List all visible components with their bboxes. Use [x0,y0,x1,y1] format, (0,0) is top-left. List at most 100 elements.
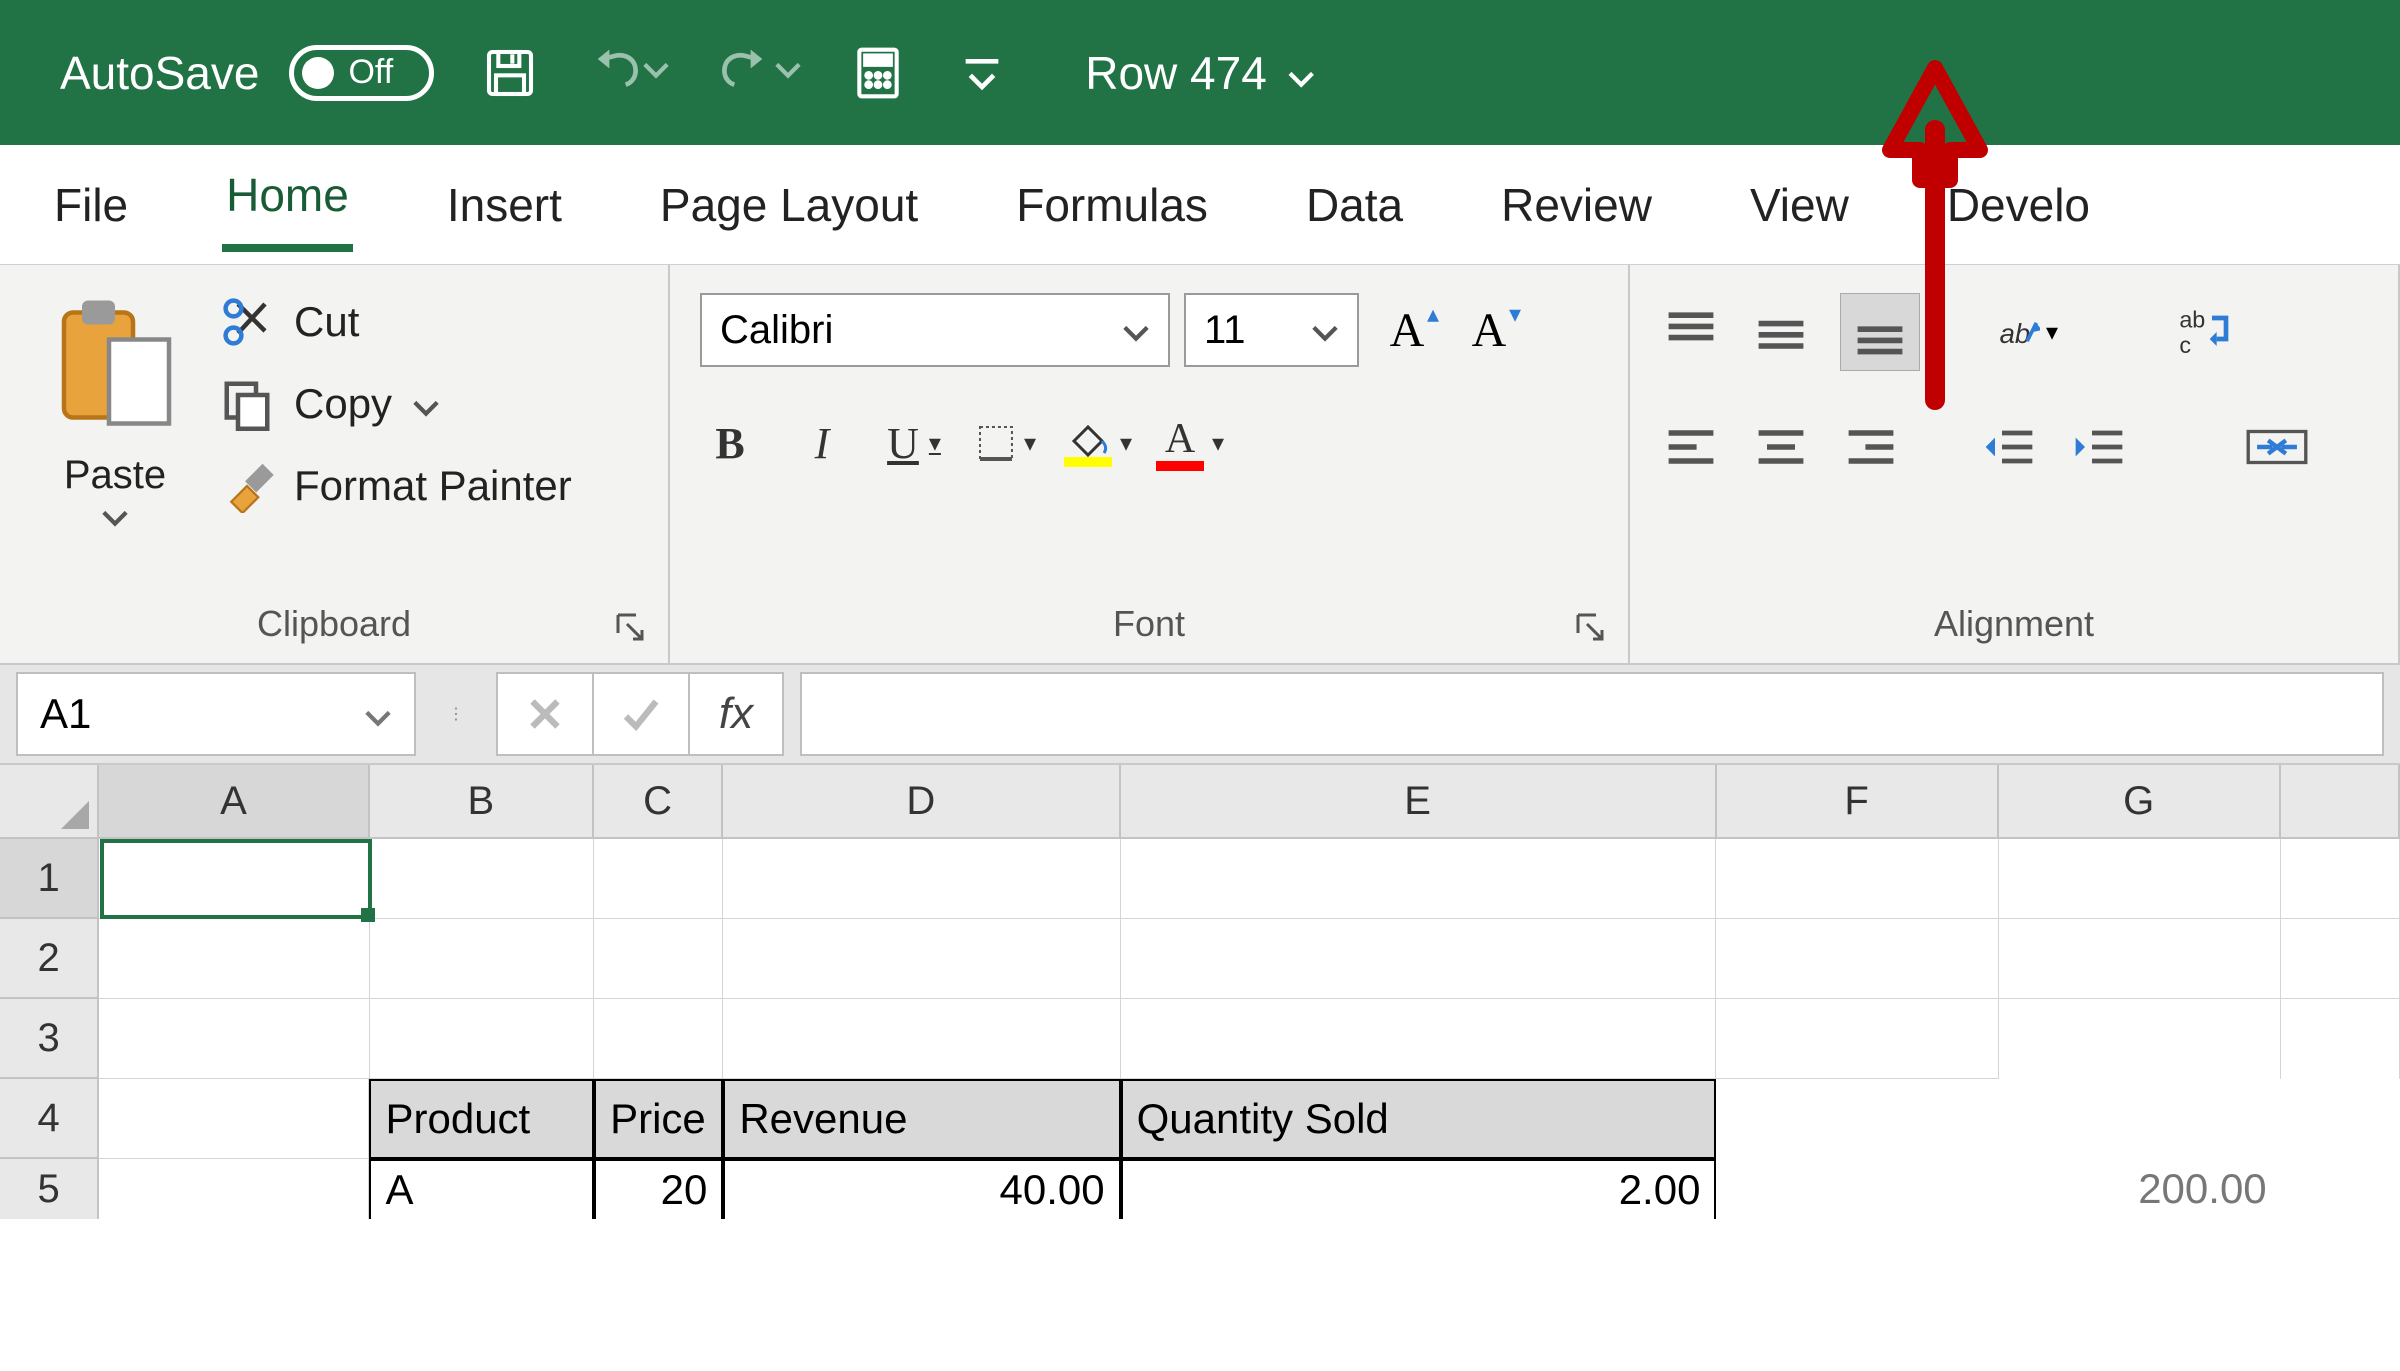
cell-C1[interactable] [594,839,723,919]
cell-G1[interactable] [1999,839,2281,919]
col-header-E[interactable]: E [1121,765,1717,839]
tab-formulas[interactable]: Formulas [1012,168,1212,242]
cell-B2[interactable] [370,919,595,999]
cell-E5[interactable]: 2.00 [1121,1159,1717,1219]
cell-C5[interactable]: 20 [594,1159,723,1219]
wrap-text-button[interactable]: abc [2174,302,2236,362]
select-all-button[interactable] [0,765,99,839]
copy-caret-icon[interactable] [412,380,440,428]
merge-center-button[interactable] [2246,417,2308,477]
cell-D4[interactable]: Revenue [723,1079,1120,1159]
copy-button[interactable]: Copy [220,377,638,431]
col-header-A[interactable]: A [99,765,369,839]
cell-H3[interactable] [2281,999,2400,1079]
cell-H1[interactable] [2281,839,2400,919]
cell-C2[interactable] [594,919,723,999]
cell-D3[interactable] [723,999,1120,1079]
font-size-select[interactable]: 11 [1184,293,1359,367]
cut-button[interactable]: Cut [220,295,638,349]
cell-A4[interactable] [99,1079,369,1159]
paste-caret-icon[interactable] [101,508,129,533]
cell-F3[interactable] [1716,999,1998,1079]
cell-B5[interactable]: A [369,1159,594,1219]
format-painter-button[interactable]: Format Painter [220,459,638,513]
col-header-edge[interactable] [2281,765,2400,839]
tab-view[interactable]: View [1746,168,1853,242]
cell-F4[interactable] [1716,1079,1998,1159]
increase-indent-button[interactable] [2068,417,2130,477]
align-right-button[interactable] [1840,417,1902,477]
cell-E1[interactable] [1121,839,1717,919]
cell-E2[interactable] [1121,919,1717,999]
cell-G4[interactable] [1999,1079,2281,1159]
redo-icon[interactable] [718,45,774,101]
cell-H2[interactable] [2281,919,2400,999]
tab-file[interactable]: File [50,168,132,242]
tab-page-layout[interactable]: Page Layout [656,168,922,242]
cell-E3[interactable] [1121,999,1717,1079]
tab-review[interactable]: Review [1497,168,1656,242]
cell-C4[interactable]: Price [594,1079,723,1159]
cell-B3[interactable] [370,999,595,1079]
fill-color-button[interactable]: ▾ [1068,413,1128,473]
align-center-button[interactable] [1750,417,1812,477]
tab-home[interactable]: Home [222,158,353,252]
enter-formula-button[interactable] [592,672,688,756]
cell-A5[interactable] [99,1159,369,1219]
save-icon[interactable] [482,45,538,101]
cell-G3[interactable] [1999,999,2281,1079]
cell-C3[interactable] [594,999,723,1079]
cell-A2[interactable] [99,919,369,999]
customize-qat-icon[interactable] [954,45,1010,101]
row-header-1[interactable]: 1 [0,839,99,919]
tab-insert[interactable]: Insert [443,168,566,242]
cell-A3[interactable] [99,999,369,1079]
formula-input[interactable] [800,672,2384,756]
font-name-select[interactable]: Calibri [700,293,1170,367]
cell-A1[interactable] [99,839,369,919]
cell-H4[interactable] [2281,1079,2400,1159]
align-bottom-button[interactable] [1840,293,1920,371]
underline-button[interactable]: U▾ [884,413,944,473]
decrease-indent-button[interactable] [1978,417,2040,477]
redo-caret-icon[interactable] [774,60,802,85]
row-header-4[interactable]: 4 [0,1079,99,1159]
row-header-2[interactable]: 2 [0,919,99,999]
undo-icon[interactable] [586,45,642,101]
calculator-icon[interactable] [850,45,906,101]
tab-developer[interactable]: Develo [1943,168,2094,242]
insert-function-button[interactable]: fx [688,672,784,756]
clipboard-dialog-launcher[interactable] [612,609,648,645]
cell-E4[interactable]: Quantity Sold [1121,1079,1717,1159]
align-left-button[interactable] [1660,417,1722,477]
cell-D2[interactable] [723,919,1120,999]
cell-B4[interactable]: Product [369,1079,594,1159]
name-box[interactable]: A1 [16,672,416,756]
col-header-B[interactable]: B [370,765,595,839]
col-header-C[interactable]: C [594,765,723,839]
cell-G2[interactable] [1999,919,2281,999]
bold-button[interactable]: B [700,413,760,473]
cell-D1[interactable] [723,839,1120,919]
cell-D5[interactable]: 40.00 [723,1159,1120,1219]
cell-G5[interactable]: 200.00 [1999,1159,2281,1219]
document-title[interactable]: Row 474 [1085,46,1315,100]
cell-H5[interactable] [2281,1159,2400,1219]
increase-font-button[interactable]: A▴ [1373,294,1441,366]
align-middle-button[interactable] [1750,302,1812,362]
undo-caret-icon[interactable] [642,60,670,85]
italic-button[interactable]: I [792,413,852,473]
row-header-5[interactable]: 5 [0,1159,99,1219]
cell-F5[interactable] [1716,1159,1998,1219]
cell-F1[interactable] [1716,839,1998,919]
col-header-F[interactable]: F [1717,765,1999,839]
borders-button[interactable]: ▾ [976,413,1036,473]
tab-data[interactable]: Data [1302,168,1407,242]
cell-F2[interactable] [1716,919,1998,999]
font-dialog-launcher[interactable] [1572,609,1608,645]
align-top-button[interactable] [1660,302,1722,362]
orientation-button[interactable]: ab ▾ [1996,302,2058,362]
decrease-font-button[interactable]: A▾ [1455,294,1523,366]
autosave-toggle[interactable]: Off [289,45,434,101]
cell-B1[interactable] [370,839,595,919]
